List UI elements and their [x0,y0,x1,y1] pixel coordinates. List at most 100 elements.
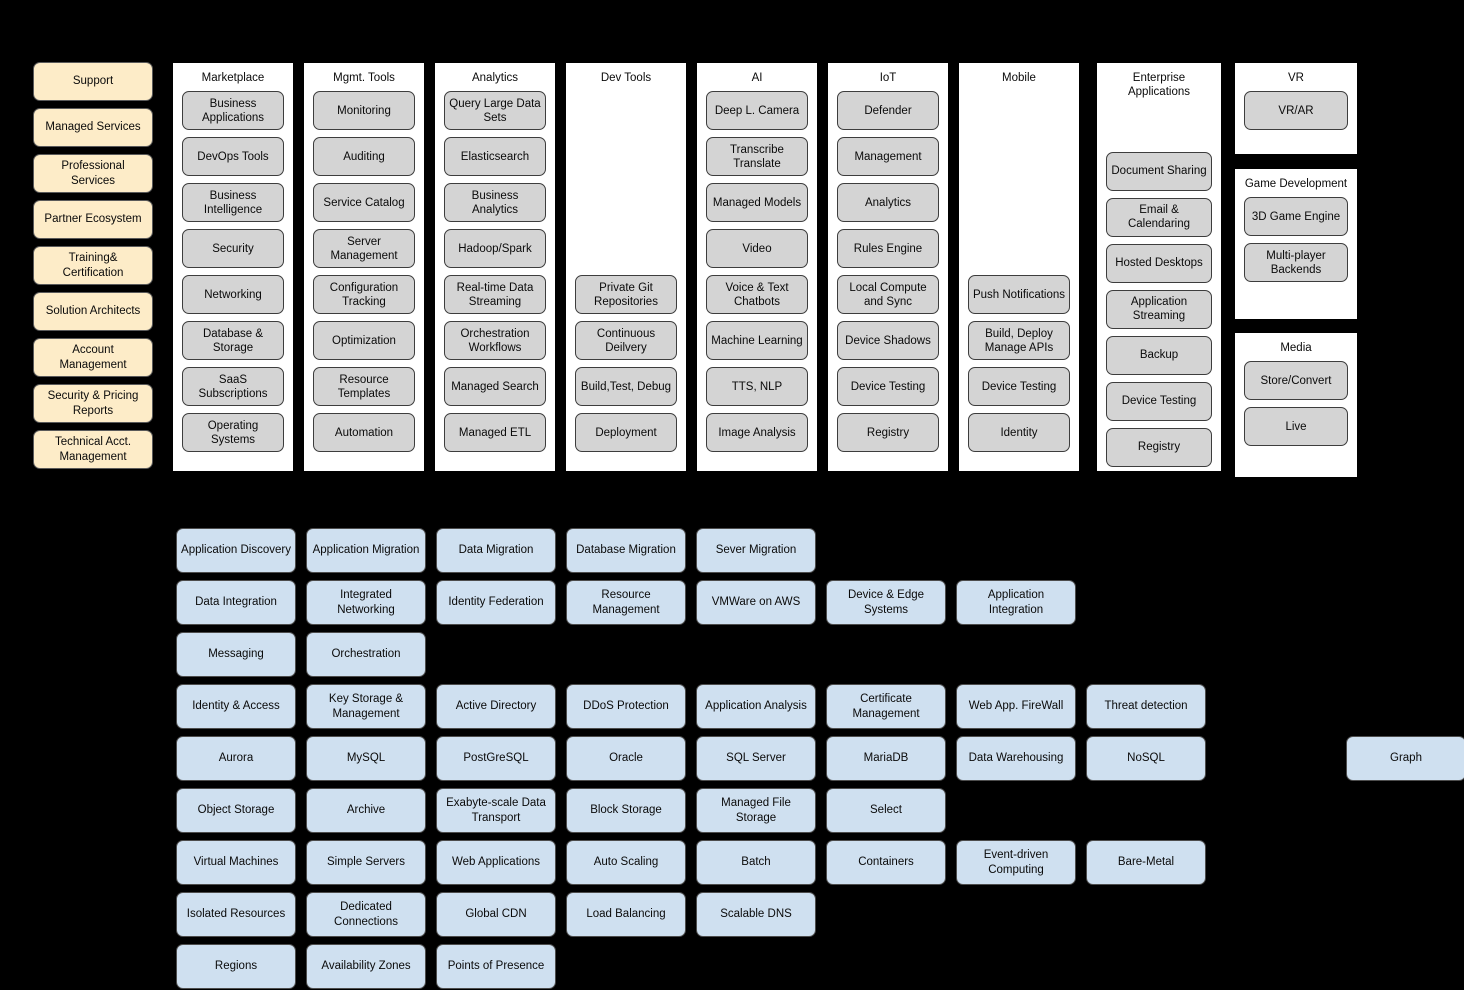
grid-item-regions[interactable]: Regions [176,944,296,989]
grid-item-web-app-firewall[interactable]: Web App. FireWall [956,684,1076,729]
service-item-multi-player-backends[interactable]: Multi-player Backends [1244,243,1348,283]
service-item-business-analytics[interactable]: Business Analytics [444,183,546,223]
service-item-defender[interactable]: Defender [837,91,939,131]
service-item-business-applications[interactable]: Business Applications [182,91,284,131]
grid-item-web-applications[interactable]: Web Applications [436,840,556,885]
service-item-video[interactable]: Video [706,229,808,269]
service-item-hadoop-spark[interactable]: Hadoop/Spark [444,229,546,269]
grid-item-dedicated-connections[interactable]: Dedicated Connections [306,892,426,937]
support-item-solution-architects[interactable]: Solution Architects [33,292,153,331]
grid-item-object-storage[interactable]: Object Storage [176,788,296,833]
service-item-database-storage[interactable]: Database & Storage [182,321,284,361]
service-item-registry[interactable]: Registry [837,413,939,453]
service-item-monitoring[interactable]: Monitoring [313,91,415,131]
service-item-vr-ar[interactable]: VR/AR [1244,91,1348,131]
grid-item-mariadb[interactable]: MariaDB [826,736,946,781]
support-item-technical-acct-management[interactable]: Technical Acct. Management [33,430,153,469]
grid-item-resource-management[interactable]: Resource Management [566,580,686,625]
service-item-query-large-data-sets[interactable]: Query Large Data Sets [444,91,546,131]
grid-item-availability-zones[interactable]: Availability Zones [306,944,426,989]
service-item-store-convert[interactable]: Store/Convert [1244,361,1348,401]
service-item-identity[interactable]: Identity [968,413,1070,453]
grid-item-global-cdn[interactable]: Global CDN [436,892,556,937]
service-item-managed-search[interactable]: Managed Search [444,367,546,407]
grid-item-managed-file-storage[interactable]: Managed File Storage [696,788,816,833]
grid-item-block-storage[interactable]: Block Storage [566,788,686,833]
grid-item-identity-federation[interactable]: Identity Federation [436,580,556,625]
grid-item-ddos-protection[interactable]: DDoS Protection [566,684,686,729]
grid-item-select[interactable]: Select [826,788,946,833]
service-item-machine-learning[interactable]: Machine Learning [706,321,808,361]
grid-item-scalable-dns[interactable]: Scalable DNS [696,892,816,937]
service-item-continuous-deilvery[interactable]: Continuous Deilvery [575,321,677,361]
service-item-security[interactable]: Security [182,229,284,269]
service-item-real-time-data-streaming[interactable]: Real-time Data Streaming [444,275,546,315]
service-item-deployment[interactable]: Deployment [575,413,677,453]
grid-item-identity-access[interactable]: Identity & Access [176,684,296,729]
service-item-local-compute-and-sync[interactable]: Local Compute and Sync [837,275,939,315]
grid-item-data-warehousing[interactable]: Data Warehousing [956,736,1076,781]
service-item-live[interactable]: Live [1244,407,1348,447]
service-item-backup[interactable]: Backup [1106,335,1212,375]
support-item-managed-services[interactable]: Managed Services [33,108,153,147]
service-item-tts-nlp[interactable]: TTS, NLP [706,367,808,407]
grid-item-integrated-networking[interactable]: Integrated Networking [306,580,426,625]
service-item-device-testing[interactable]: Device Testing [837,367,939,407]
grid-item-device-edge-systems[interactable]: Device & Edge Systems [826,580,946,625]
service-item-device-testing[interactable]: Device Testing [1106,381,1212,421]
grid-item-mysql[interactable]: MySQL [306,736,426,781]
grid-item-orchestration[interactable]: Orchestration [306,632,426,677]
service-item-hosted-desktops[interactable]: Hosted Desktops [1106,243,1212,283]
service-item-email-calendaring[interactable]: Email & Calendaring [1106,197,1212,237]
grid-item-vmware-on-aws[interactable]: VMWare on AWS [696,580,816,625]
support-item-support[interactable]: Support [33,62,153,101]
grid-item-points-of-presence[interactable]: Points of Presence [436,944,556,989]
service-item-resource-templates[interactable]: Resource Templates [313,367,415,407]
support-item-security-pricing-reports[interactable]: Security & Pricing Reports [33,384,153,423]
grid-item-batch[interactable]: Batch [696,840,816,885]
service-item-operating-systems[interactable]: Operating Systems [182,413,284,453]
service-item-build-deploy-manage-apis[interactable]: Build, Deploy Manage APIs [968,321,1070,361]
grid-item-simple-servers[interactable]: Simple Servers [306,840,426,885]
grid-item-graph[interactable]: Graph [1346,736,1464,781]
support-item-professional-services[interactable]: Professional Services [33,154,153,193]
service-item-configuration-tracking[interactable]: Configuration Tracking [313,275,415,315]
service-item-optimization[interactable]: Optimization [313,321,415,361]
grid-item-bare-metal[interactable]: Bare-Metal [1086,840,1206,885]
grid-item-threat-detection[interactable]: Threat detection [1086,684,1206,729]
grid-item-sever-migration[interactable]: Sever Migration [696,528,816,573]
grid-item-certificate-management[interactable]: Certificate Management [826,684,946,729]
service-item-automation[interactable]: Automation [313,413,415,453]
service-item-analytics[interactable]: Analytics [837,183,939,223]
service-item-push-notifications[interactable]: Push Notifications [968,275,1070,315]
grid-item-oracle[interactable]: Oracle [566,736,686,781]
support-item-partner-ecosystem[interactable]: Partner Ecosystem [33,200,153,239]
grid-item-application-discovery[interactable]: Application Discovery [176,528,296,573]
support-item-account-management[interactable]: Account Management [33,338,153,377]
service-item-document-sharing[interactable]: Document Sharing [1106,151,1212,191]
grid-item-exabyte-scale-data-transport[interactable]: Exabyte-scale Data Transport [436,788,556,833]
support-item-training-certification[interactable]: Training& Certification [33,246,153,285]
service-item-saas-subscriptions[interactable]: SaaS Subscriptions [182,367,284,407]
service-item-transcribe-translate[interactable]: Transcribe Translate [706,137,808,177]
grid-item-isolated-resources[interactable]: Isolated Resources [176,892,296,937]
service-item-devops-tools[interactable]: DevOps Tools [182,137,284,177]
service-item-registry[interactable]: Registry [1106,427,1212,467]
service-item-3d-game-engine[interactable]: 3D Game Engine [1244,197,1348,237]
grid-item-virtual-machines[interactable]: Virtual Machines [176,840,296,885]
grid-item-sql-server[interactable]: SQL Server [696,736,816,781]
grid-item-data-migration[interactable]: Data Migration [436,528,556,573]
service-item-elasticsearch[interactable]: Elasticsearch [444,137,546,177]
grid-item-auto-scaling[interactable]: Auto Scaling [566,840,686,885]
grid-item-aurora[interactable]: Aurora [176,736,296,781]
service-item-rules-engine[interactable]: Rules Engine [837,229,939,269]
grid-item-application-analysis[interactable]: Application Analysis [696,684,816,729]
grid-item-application-integration[interactable]: Application Integration [956,580,1076,625]
grid-item-messaging[interactable]: Messaging [176,632,296,677]
service-item-device-shadows[interactable]: Device Shadows [837,321,939,361]
service-item-business-intelligence[interactable]: Business Intelligence [182,183,284,223]
service-item-private-git-repositories[interactable]: Private Git Repositories [575,275,677,315]
service-item-deep-l-camera[interactable]: Deep L. Camera [706,91,808,131]
grid-item-event-driven-computing[interactable]: Event-driven Computing [956,840,1076,885]
grid-item-key-storage-management[interactable]: Key Storage & Management [306,684,426,729]
